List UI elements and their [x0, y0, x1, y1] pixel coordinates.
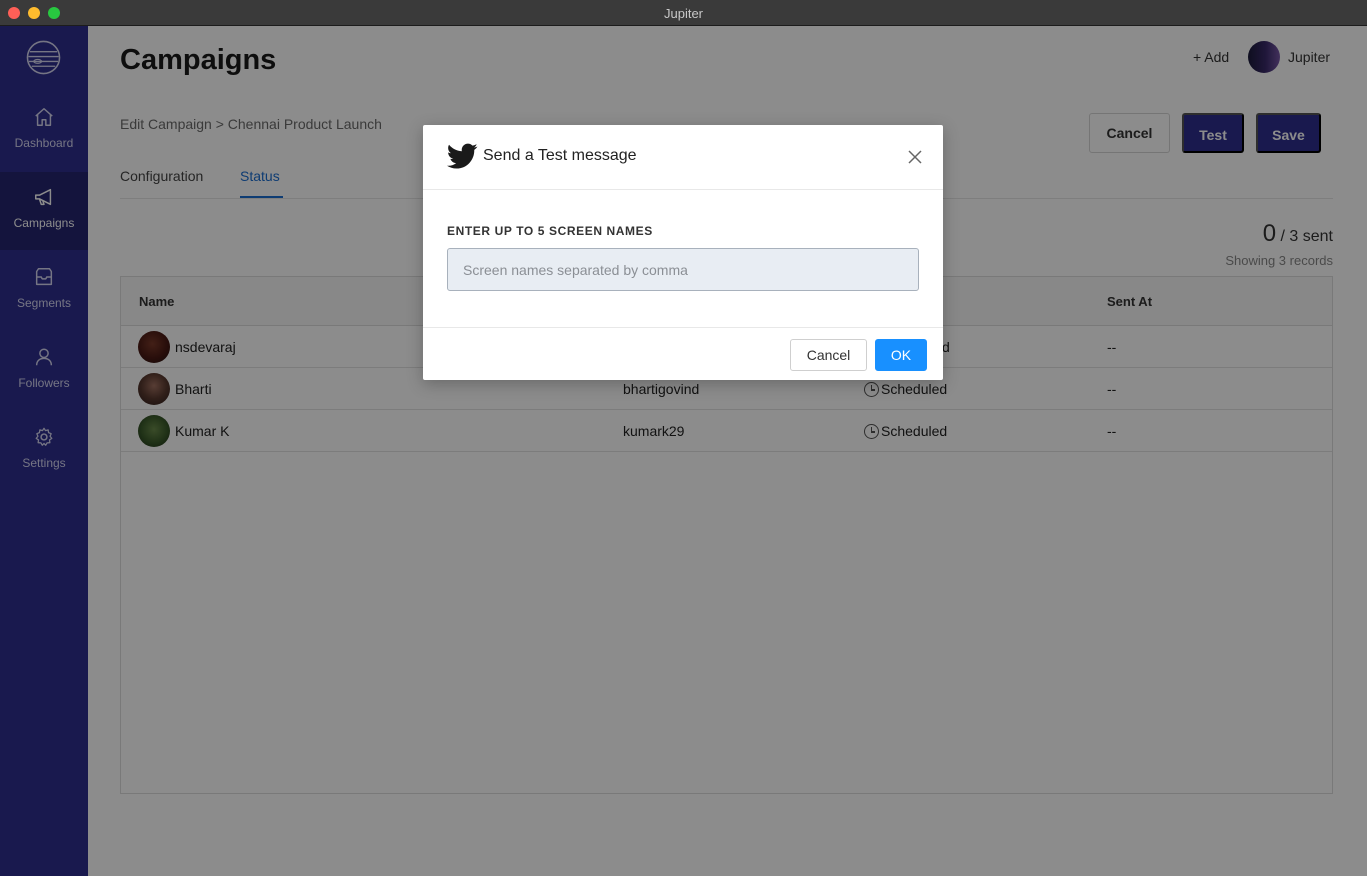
screen-names-input[interactable]: [447, 248, 919, 291]
modal-ok-button[interactable]: OK: [875, 339, 927, 371]
twitter-bird-icon: [447, 143, 478, 169]
close-icon[interactable]: [904, 146, 926, 168]
modal-title: Send a Test message: [483, 147, 637, 164]
modal-cancel-button[interactable]: Cancel: [790, 339, 867, 371]
modal-header: Send a Test message: [423, 125, 943, 190]
window-title: Jupiter: [663, 6, 704, 21]
window-titlebar: Jupiter: [0, 0, 1367, 26]
screen-names-label: ENTER UP TO 5 SCREEN NAMES: [447, 224, 653, 238]
modal-footer: Cancel OK: [423, 327, 943, 380]
test-message-modal: Send a Test message ENTER UP TO 5 SCREEN…: [423, 125, 943, 380]
